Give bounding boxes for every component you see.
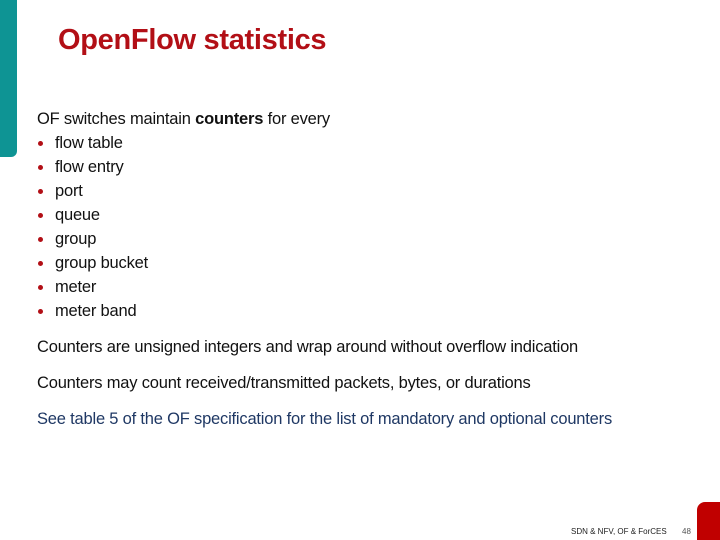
red-corner-accent (697, 502, 720, 540)
bullet-icon (38, 309, 43, 314)
bullet-icon (38, 165, 43, 170)
list-item-text: meter band (55, 302, 137, 320)
bullet-icon (38, 213, 43, 218)
footer-text: SDN & NFV, OF & ForCES (571, 527, 667, 536)
slide-title: OpenFlow statistics (58, 24, 327, 56)
bullet-icon (38, 285, 43, 290)
counter-list: flow table flow entry port queue group g… (37, 131, 330, 323)
list-item: meter band (37, 299, 330, 323)
bullet-icon (38, 237, 43, 242)
list-item: flow entry (37, 155, 330, 179)
list-item: meter (37, 275, 330, 299)
list-item-text: meter (55, 278, 97, 296)
paragraph-count-types: Counters may count received/transmitted … (37, 374, 531, 392)
list-item-text: group (55, 230, 97, 248)
page-number: 48 (682, 527, 691, 536)
list-item: queue (37, 203, 330, 227)
list-item-text: group bucket (55, 254, 148, 272)
intro-emphasis: counters (195, 110, 264, 128)
intro-suffix: for every (263, 110, 331, 128)
list-item: flow table (37, 131, 330, 155)
bullet-icon (38, 261, 43, 266)
bullet-icon (38, 141, 43, 146)
intro-prefix: OF switches maintain (37, 110, 196, 128)
slide-body: OF switches maintain counters for every … (37, 107, 330, 323)
paragraph-spec-reference: See table 5 of the OF specification for … (37, 410, 612, 428)
list-item-text: port (55, 182, 83, 200)
list-item-text: queue (55, 206, 100, 224)
list-item-text: flow entry (55, 158, 124, 176)
teal-accent-bar (0, 0, 17, 157)
list-item: group bucket (37, 251, 330, 275)
paragraph-wraparound: Counters are unsigned integers and wrap … (37, 338, 579, 356)
list-item: group (37, 227, 330, 251)
bullet-icon (38, 189, 43, 194)
list-item-text: flow table (55, 134, 123, 152)
list-item: port (37, 179, 330, 203)
intro-line: OF switches maintain counters for every (37, 107, 330, 131)
